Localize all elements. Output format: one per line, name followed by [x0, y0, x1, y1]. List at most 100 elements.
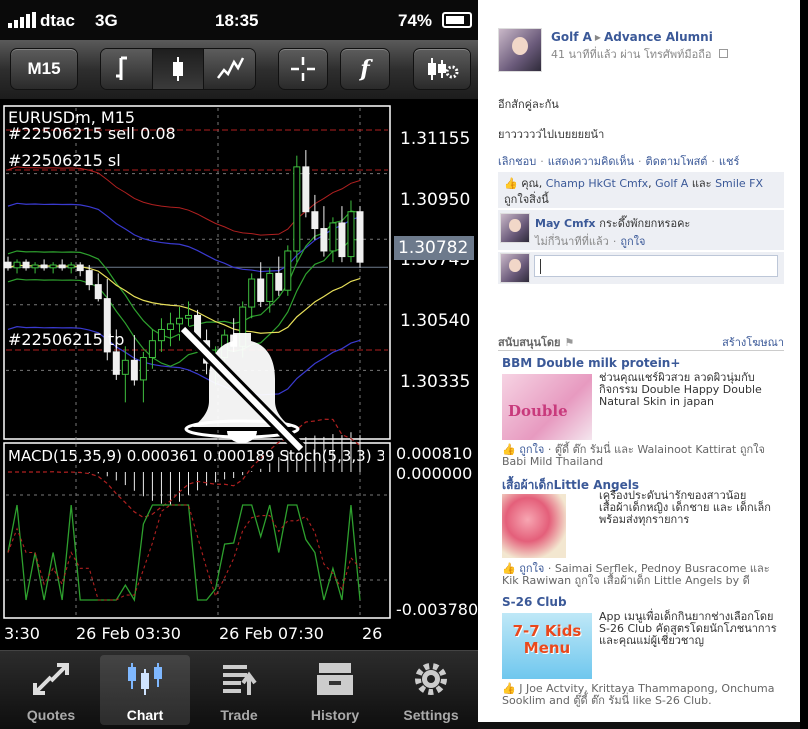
candle-body — [40, 264, 48, 269]
author-name-link[interactable]: Golf A — [551, 30, 592, 44]
liker-link-2[interactable]: Golf A — [655, 177, 688, 190]
crosshair-button[interactable] — [278, 48, 328, 90]
timeframe-label: M15 — [27, 59, 61, 78]
chart-settings-button[interactable] — [413, 48, 471, 90]
group-name-link[interactable]: Advance Alumni — [604, 30, 713, 44]
timeframe-button[interactable]: M15 — [10, 48, 78, 90]
comment-input[interactable] — [534, 255, 778, 277]
settings-icon — [415, 663, 447, 695]
facebook-panel: Golf A ▸ Advance Alumni 41 นาทีที่แล้ว ผ่า… — [478, 0, 800, 722]
time-label-3: 26 Feb 07:30 — [219, 624, 324, 643]
tab-settings[interactable]: Settings — [386, 655, 476, 725]
share-link[interactable]: แชร์ — [719, 155, 739, 168]
candle-body — [347, 211, 355, 258]
tab-settings-label: Settings — [403, 707, 459, 723]
phone-screen: dtac 3G 18:35 74% M15 f EURUSDm, M15 #22… — [0, 0, 478, 729]
candle-body — [58, 264, 66, 269]
comment-meta: ไม่กี่วินาทีที่แล้ว · ถูกใจ — [535, 235, 646, 248]
price-tick-2: 1.30950 — [400, 190, 471, 210]
tab-quotes[interactable]: Quotes — [6, 655, 96, 725]
ad-image-2[interactable] — [502, 494, 566, 558]
macd-bottom-label: -0.003780 — [396, 600, 478, 619]
tab-chart-label: Chart — [126, 707, 164, 723]
candle-body — [356, 211, 364, 263]
line-chart-button[interactable] — [101, 49, 153, 89]
ad-social-3: 👍 J Joe Actvity, Krittaya Thammapong, On… — [502, 683, 782, 707]
arrow-right-icon: ▸ — [594, 30, 601, 44]
candle-body — [166, 323, 174, 330]
ad-social-1: 👍 ถูกใจ · ตู๊ดี้ ต๊ก รัมนี่ และ Walainoo… — [502, 443, 765, 468]
post-text-line-1: อีกสักคู่ละกัน — [498, 98, 559, 111]
candle-body — [13, 261, 21, 269]
sponsored-label: สนับสนุนโดย — [498, 336, 561, 349]
price-tick-4: 1.30540 — [400, 311, 471, 331]
candle-body — [22, 261, 30, 269]
tab-trade[interactable]: Trade — [194, 655, 284, 725]
status-time: 18:35 — [215, 11, 259, 30]
order-sl-label: #22506215 sl — [8, 151, 121, 170]
comment-link[interactable]: แสดงความคิดเห็น — [548, 155, 634, 168]
tab-history-label: History — [310, 707, 360, 723]
comment-header: May Cmfx กระดึ๊งพักยกหรอคะ — [535, 214, 690, 232]
indicators-label: f — [360, 56, 370, 82]
chart-area[interactable]: EURUSDm, M15 #22506215 sell 0.08 #225062… — [0, 100, 478, 650]
ad-flag-icon: ⚑ — [564, 336, 575, 349]
candle-body — [157, 328, 165, 342]
candle-body — [139, 357, 147, 381]
candle-body — [4, 261, 12, 269]
author-avatar[interactable] — [498, 28, 542, 72]
candlestick-button[interactable] — [152, 49, 205, 89]
candle-body — [76, 264, 84, 272]
post-meta: 41 นาทีที่แล้ว ผ่าน โทรศัพท์มือถือ — [551, 45, 729, 63]
candlestick-icon — [173, 57, 183, 81]
ad-image-1[interactable]: Double — [502, 374, 592, 440]
chart-type-segment — [100, 48, 256, 90]
candle-body — [130, 359, 138, 381]
candle-body — [175, 317, 183, 325]
candle-body — [257, 278, 265, 302]
time-label-2: 26 Feb 03:30 — [76, 624, 181, 643]
chart-toolbar: M15 f — [0, 40, 478, 100]
post-header: Golf A ▸ Advance Alumni — [551, 30, 713, 44]
candle-body — [320, 228, 328, 252]
liker-link-3[interactable]: Smile FX — [715, 177, 763, 190]
bar-chart-icon — [216, 57, 244, 79]
candle-body — [275, 272, 283, 291]
candle-body — [121, 359, 129, 375]
quotes-icon — [33, 663, 69, 695]
comment-like-link[interactable]: ถูกใจ — [620, 235, 645, 248]
candle-body — [293, 166, 301, 252]
create-ad-link[interactable]: สร้างโฆษณา — [722, 333, 784, 351]
upper-band-line — [7, 202, 361, 273]
commenter-name-link[interactable]: May Cmfx — [535, 217, 595, 230]
unlike-link[interactable]: เลิกชอบ — [498, 155, 536, 168]
candle-body — [185, 314, 193, 319]
candle-body — [329, 222, 337, 252]
liker-link-1[interactable]: Champ HkGt Cmfx — [546, 177, 648, 190]
candle-body — [67, 264, 75, 269]
current-price-box: 1.30782 — [394, 236, 474, 260]
battery-icon — [442, 12, 472, 28]
candle-body — [31, 264, 39, 269]
crosshair-icon — [291, 57, 315, 81]
carrier-name: dtac — [40, 11, 75, 30]
ad-image-1-text: Double — [508, 402, 568, 420]
tab-chart[interactable]: Chart — [100, 655, 190, 725]
bar-chart-button[interactable] — [204, 49, 255, 89]
right-border — [800, 0, 808, 729]
follow-post-link[interactable]: ติดตามโพสต์ — [646, 155, 708, 168]
candle-body — [338, 222, 346, 258]
tab-quotes-label: Quotes — [26, 707, 76, 723]
indicators-button[interactable]: f — [340, 48, 390, 90]
ad-title-3[interactable]: S-26 Club — [502, 595, 567, 609]
reply-box — [498, 252, 784, 284]
likes-suffix: ถูกใจสิ่งนี้ — [504, 193, 549, 206]
tab-history[interactable]: History — [290, 655, 380, 725]
commenter-avatar[interactable] — [500, 213, 530, 243]
ad-title-1[interactable]: BBM Double milk protein+ — [502, 356, 680, 370]
chart-icon — [128, 663, 162, 695]
price-tick-5: 1.30335 — [400, 372, 471, 392]
ad-desc-3: App เมนูเพื่อเด็กกินยากช่างเลือกโดย S-26… — [599, 610, 777, 647]
chart-settings-icon — [428, 58, 459, 80]
ad-image-3[interactable]: 7-7 Kids Menu — [502, 613, 592, 679]
